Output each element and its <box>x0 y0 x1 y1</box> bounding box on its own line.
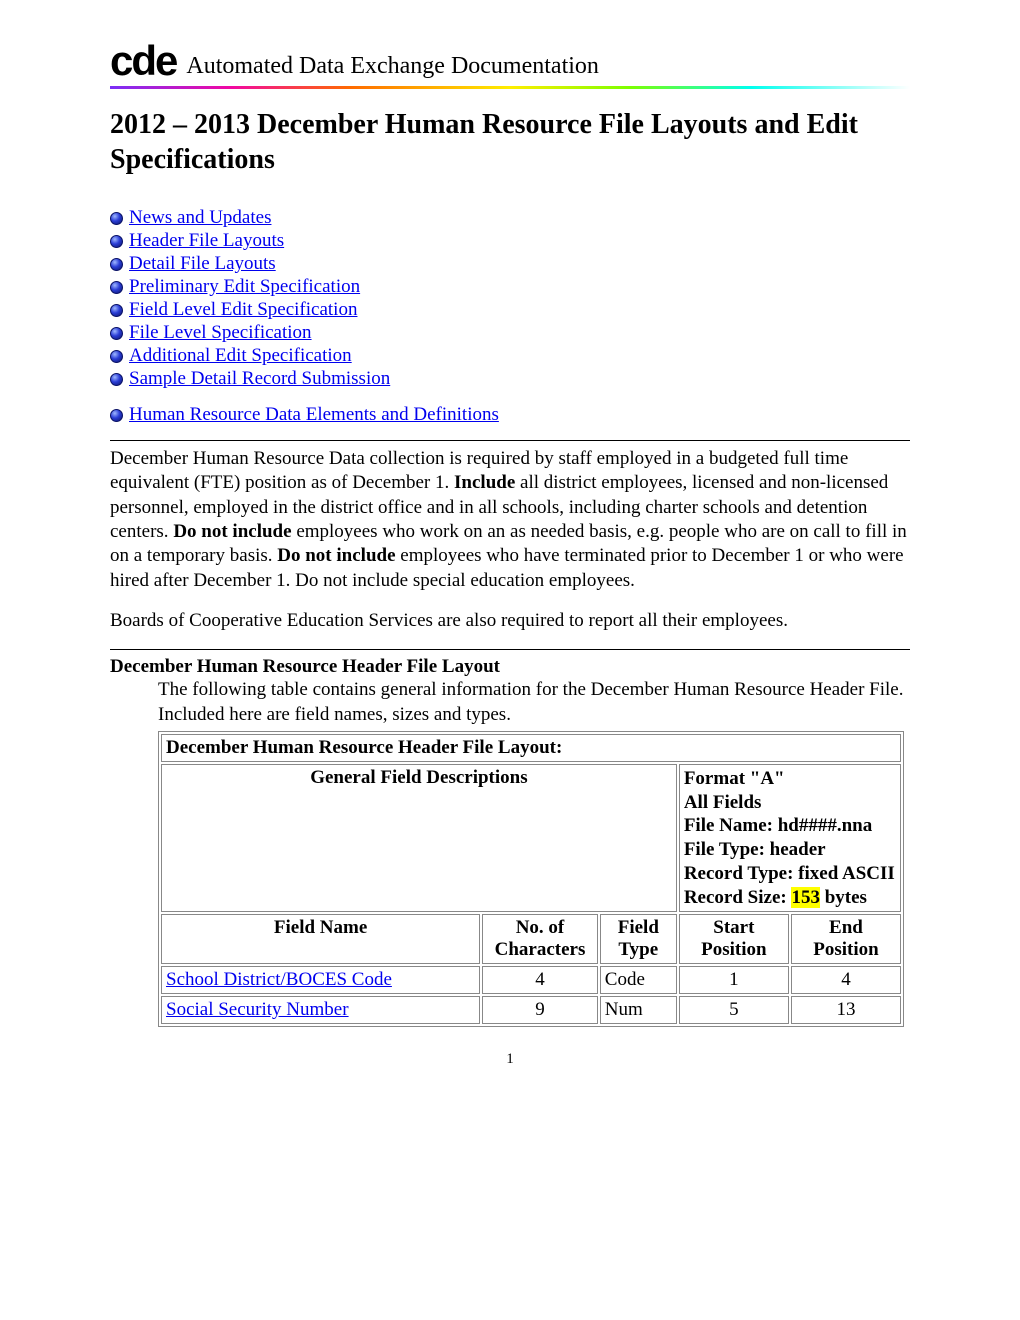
text-run: bytes <box>820 887 867 908</box>
nav-link[interactable]: Field Level Edit Specification <box>129 299 357 321</box>
format-info-cell: Format "A" All Fields File Name: hd####.… <box>679 764 901 913</box>
text-run: Record Size: <box>684 887 792 908</box>
table-row: Social Security Number 9 Num 5 13 <box>161 996 901 1024</box>
bullet-icon <box>110 409 123 422</box>
bullet-icon <box>110 258 123 271</box>
nav-link[interactable]: News and Updates <box>129 207 271 229</box>
nav-item: News and Updates <box>110 207 910 229</box>
col-header: Field Type <box>600 914 677 964</box>
nav-link[interactable]: Sample Detail Record Submission <box>129 368 390 390</box>
col-header: End Position <box>791 914 901 964</box>
nav-item: Sample Detail Record Submission <box>110 368 910 390</box>
start-cell: 5 <box>679 996 789 1024</box>
nav-item: Additional Edit Specification <box>110 345 910 367</box>
nav-link[interactable]: Header File Layouts <box>129 230 284 252</box>
text-bold: Do not include <box>277 545 395 566</box>
table-title-cell: December Human Resource Header File Layo… <box>161 734 901 762</box>
text-run: All Fields <box>684 792 762 813</box>
bullet-icon <box>110 212 123 225</box>
text-bold: Do not include <box>173 521 291 542</box>
nav-link[interactable]: Additional Edit Specification <box>129 345 352 367</box>
text-run: File Type: header <box>684 839 826 860</box>
field-link[interactable]: School District/BOCES Code <box>166 969 392 990</box>
nav-link[interactable]: File Level Specification <box>129 322 312 344</box>
start-cell: 1 <box>679 966 789 994</box>
table-header-row: Field Name No. of Characters Field Type … <box>161 914 901 964</box>
rainbow-divider <box>110 86 910 89</box>
bullet-icon <box>110 350 123 363</box>
bullet-icon <box>110 327 123 340</box>
highlighted-value: 153 <box>791 887 820 908</box>
intro-paragraph-1: December Human Resource Data collection … <box>110 447 910 593</box>
page-title: 2012 – 2013 December Human Resource File… <box>110 107 910 177</box>
cde-logo: cde <box>110 40 176 82</box>
nav-list-2: Human Resource Data Elements and Definit… <box>110 404 910 426</box>
chars-cell: 4 <box>482 966 598 994</box>
horizontal-rule <box>110 440 910 441</box>
type-cell: Num <box>600 996 677 1024</box>
nav-link[interactable]: Preliminary Edit Specification <box>129 276 360 298</box>
text-run: Format "A" <box>684 768 785 789</box>
bullet-icon <box>110 373 123 386</box>
table-row: December Human Resource Header File Layo… <box>161 734 901 762</box>
nav-item: File Level Specification <box>110 322 910 344</box>
header-subtitle: Automated Data Exchange Documentation <box>186 53 599 82</box>
end-cell: 4 <box>791 966 901 994</box>
horizontal-rule <box>110 649 910 650</box>
section-heading: December Human Resource Header File Layo… <box>110 656 910 678</box>
text-run: File Name: hd####.nna <box>684 815 872 836</box>
col-header: Field Name <box>161 914 480 964</box>
nav-item: Human Resource Data Elements and Definit… <box>110 404 910 426</box>
nav-item: Preliminary Edit Specification <box>110 276 910 298</box>
col-header: No. of Characters <box>482 914 598 964</box>
nav-item: Field Level Edit Specification <box>110 299 910 321</box>
nav-list-1: News and Updates Header File Layouts Det… <box>110 207 910 390</box>
field-link[interactable]: Social Security Number <box>166 999 349 1020</box>
table-row: School District/BOCES Code 4 Code 1 4 <box>161 966 901 994</box>
header-bar: cde Automated Data Exchange Documentatio… <box>110 40 910 82</box>
chars-cell: 9 <box>482 996 598 1024</box>
nav-item: Detail File Layouts <box>110 253 910 275</box>
page-number: 1 <box>110 1051 910 1068</box>
type-cell: Code <box>600 966 677 994</box>
text-run: Record Type: fixed ASCII <box>684 863 895 884</box>
nav-link[interactable]: Detail File Layouts <box>129 253 276 275</box>
section-description: The following table contains general inf… <box>158 678 910 727</box>
table-row: General Field Descriptions Format "A" Al… <box>161 764 901 913</box>
header-file-layout-table: December Human Resource Header File Layo… <box>158 731 904 1028</box>
nav-item: Header File Layouts <box>110 230 910 252</box>
col-header: Start Position <box>679 914 789 964</box>
bullet-icon <box>110 235 123 248</box>
field-name-cell: Social Security Number <box>161 996 480 1024</box>
intro-paragraph-2: Boards of Cooperative Education Services… <box>110 609 910 633</box>
nav-link[interactable]: Human Resource Data Elements and Definit… <box>129 404 499 426</box>
bullet-icon <box>110 281 123 294</box>
bullet-icon <box>110 304 123 317</box>
text-bold: Include <box>454 472 515 493</box>
end-cell: 13 <box>791 996 901 1024</box>
general-desc-cell: General Field Descriptions <box>161 764 677 913</box>
field-name-cell: School District/BOCES Code <box>161 966 480 994</box>
